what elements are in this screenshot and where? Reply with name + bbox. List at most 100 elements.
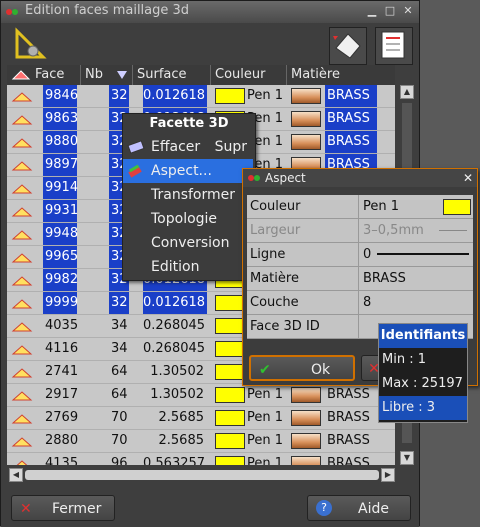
menu-item-effacer[interactable]: Effacer Supr <box>123 135 253 159</box>
table-row[interactable]: 9846 32 0.012618 Pen 1 BRASS <box>7 85 395 108</box>
cell-matiere: BRASS <box>327 387 370 402</box>
cell-surface: 0.012618 <box>143 292 207 314</box>
prop-key: Matière <box>247 267 359 290</box>
horizontal-scroll-thumb[interactable] <box>25 470 379 480</box>
close-button[interactable]: ✕ Fermer <box>11 495 115 521</box>
face-icon <box>11 437 33 447</box>
face-icon <box>11 161 33 171</box>
cell-face: 9897 <box>43 154 78 176</box>
title-bar: Edition faces maillage 3d ▁ □ ✕ <box>1 1 419 24</box>
maximize-icon[interactable]: □ <box>383 4 397 18</box>
bottom-bar: ✕ Fermer ? Aide <box>1 489 419 527</box>
material-swatch <box>291 88 321 104</box>
scroll-down-icon[interactable]: ▼ <box>400 451 414 465</box>
cell-face: 9846 <box>43 85 78 107</box>
tooltip-min: Min : 1 <box>382 352 426 367</box>
material-swatch <box>291 410 321 426</box>
prop-value: BRASS <box>363 271 406 286</box>
cell-matiere: BRASS <box>327 433 370 448</box>
menu-item-edition[interactable]: Edition <box>123 255 253 279</box>
context-menu-title: Facette 3D <box>123 114 255 134</box>
cell-nb: 64 <box>111 364 128 379</box>
color-swatch <box>215 88 245 104</box>
cell-face: 2880 <box>45 433 79 448</box>
sort-desc-icon[interactable] <box>117 71 127 79</box>
menu-item-label: Effacer <box>151 139 201 155</box>
line-style-preview <box>377 253 469 255</box>
prop-ligne[interactable]: Ligne 0 <box>247 243 473 267</box>
menu-item-aspect[interactable]: Aspect... <box>123 159 253 183</box>
dialog-close-icon[interactable]: ✕ <box>463 169 473 187</box>
prop-key: Ligne <box>247 243 359 266</box>
menu-item-topologie[interactable]: Topologie <box>123 207 253 231</box>
prop-value: 3–0,5mm <box>363 223 424 238</box>
cell-nb: 34 <box>111 341 128 356</box>
mesh-3d-icon[interactable] <box>329 27 367 65</box>
minimize-icon[interactable]: ▁ <box>365 4 379 18</box>
cell-face: 2769 <box>45 410 79 425</box>
menu-item-label: Conversion <box>151 235 230 251</box>
cell-surface: 0.563257 <box>143 456 206 465</box>
cell-face: 9931 <box>43 200 78 222</box>
color-swatch[interactable] <box>443 199 471 215</box>
face-icon <box>11 345 33 355</box>
menu-item-transformer[interactable]: Transformer <box>123 183 253 207</box>
cell-face: 4116 <box>45 341 79 356</box>
prop-matiere[interactable]: Matière BRASS <box>247 267 473 291</box>
face-icon <box>11 230 33 240</box>
col-couleur[interactable]: Couleur <box>211 65 287 85</box>
cell-couleur: Pen 1 <box>247 456 284 465</box>
color-swatch <box>215 364 245 380</box>
context-menu: Facette 3D Effacer Supr Aspect... Transf… <box>122 113 256 281</box>
cell-face: 4135 <box>45 456 79 465</box>
eraser-icon <box>127 140 145 154</box>
face-icon <box>11 115 33 125</box>
horizontal-scrollbar[interactable]: ◀ ▶ <box>7 467 397 483</box>
col-matiere[interactable]: Matière <box>287 65 395 85</box>
table-header: Face Nb Surface Couleur Matière <box>7 65 395 85</box>
material-swatch <box>291 433 321 449</box>
aspect-dialog-titlebar: Aspect ✕ <box>243 169 477 187</box>
prop-couche[interactable]: Couche 8 <box>247 291 473 315</box>
material-swatch <box>291 456 321 465</box>
face-icon <box>11 138 33 148</box>
cell-face: 4035 <box>45 318 79 333</box>
face-icon <box>16 460 28 465</box>
material-swatch <box>291 111 321 127</box>
color-swatch <box>215 387 245 403</box>
table-row[interactable]: 2880 70 2.5685 Pen 1 BRASS <box>7 430 395 453</box>
table-row[interactable]: 2917 64 1.30502 Pen 1 BRASS <box>7 384 395 407</box>
tooltip-libre: Libre : 3 <box>379 396 467 420</box>
face-icon <box>11 253 33 263</box>
help-button[interactable]: ? Aide <box>307 495 411 521</box>
menu-item-label: Aspect... <box>151 163 212 179</box>
face-edit-icon[interactable] <box>11 27 47 63</box>
scroll-left-icon[interactable]: ◀ <box>9 468 23 482</box>
face-icon <box>11 391 33 401</box>
print-icon[interactable] <box>375 27 413 65</box>
menu-item-conversion[interactable]: Conversion <box>123 231 253 255</box>
scroll-right-icon[interactable]: ▶ <box>381 468 395 482</box>
app-icon <box>6 9 18 15</box>
cell-nb: 64 <box>111 387 128 402</box>
close-icon[interactable]: ✕ <box>401 4 415 18</box>
prop-couleur[interactable]: Couleur Pen 1 <box>247 195 473 219</box>
material-swatch <box>291 134 321 150</box>
cell-surface: 0.012618 <box>143 85 207 107</box>
scroll-up-icon[interactable]: ▲ <box>400 85 414 99</box>
check-icon: ✔ <box>259 362 271 378</box>
cell-couleur: Pen 1 <box>247 433 284 448</box>
table-row[interactable]: 2769 70 2.5685 Pen 1 BRASS <box>7 407 395 430</box>
aspect-dialog-title: Aspect <box>265 171 306 185</box>
col-surface[interactable]: Surface <box>133 65 211 85</box>
line-width-preview <box>439 230 467 231</box>
cell-surface: 0.268045 <box>143 341 206 356</box>
ok-button[interactable]: ✔ Ok <box>249 355 355 381</box>
cell-couleur: Pen 1 <box>247 387 284 402</box>
cell-face: 9914 <box>43 177 78 199</box>
cell-surface: 0.268045 <box>143 318 206 333</box>
color-swatch <box>215 456 245 465</box>
table-row[interactable]: 4135 96 0.563257 Pen 1 BRASS <box>7 453 395 465</box>
prop-value: Pen 1 <box>363 199 400 214</box>
cell-nb: 70 <box>111 433 128 448</box>
